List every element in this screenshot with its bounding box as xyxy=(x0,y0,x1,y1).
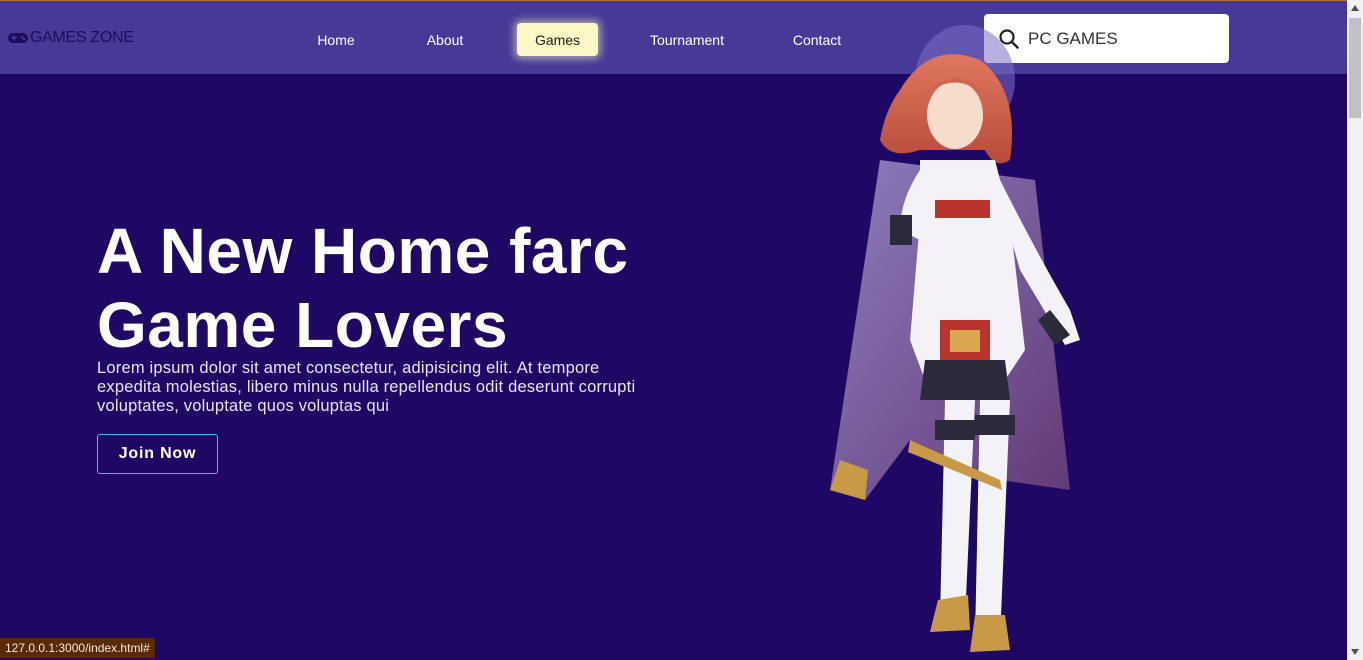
brand-name: GAMES ZONE xyxy=(30,29,134,46)
status-bar-url: 127.0.0.1:3000/index.html# xyxy=(0,638,155,658)
scrollbar[interactable] xyxy=(1347,0,1363,660)
gamepad-icon xyxy=(8,33,28,43)
nav-tournament[interactable]: Tournament xyxy=(640,23,734,56)
hero-title: A New Home farc Game Lovers xyxy=(97,215,629,361)
brand-logo[interactable]: GAMES ZONE xyxy=(7,28,134,48)
nav-home[interactable]: Home xyxy=(305,23,367,56)
scroll-down-arrow-icon[interactable] xyxy=(1347,644,1363,660)
nav-about[interactable]: About xyxy=(413,23,477,56)
scroll-up-arrow-icon[interactable] xyxy=(1347,0,1363,16)
hero-character-image xyxy=(830,25,1080,652)
navbar: GAMES ZONE Home About Games Tournament C… xyxy=(0,1,1347,74)
hero-description: Lorem ipsum dolor sit amet consectetur, … xyxy=(97,359,636,415)
nav-games[interactable]: Games xyxy=(517,23,598,56)
join-now-button[interactable]: Join Now xyxy=(97,434,218,474)
scrollbar-thumb[interactable] xyxy=(1349,18,1361,118)
